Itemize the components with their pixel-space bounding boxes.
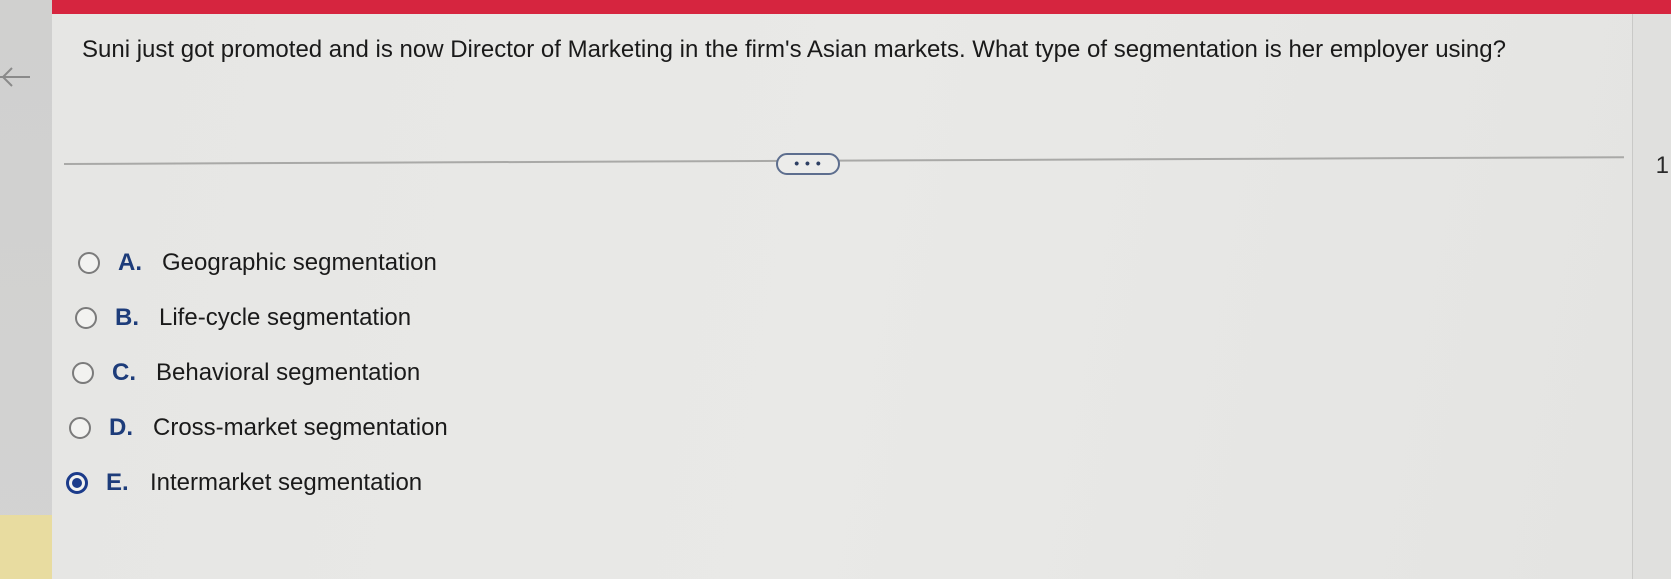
more-options-button[interactable]: • • •	[776, 153, 840, 175]
option-letter: A.	[118, 249, 142, 276]
option-a[interactable]: A. Geographic segmentation	[78, 245, 437, 281]
radio-button-c[interactable]	[72, 362, 94, 384]
option-letter: C.	[112, 359, 136, 386]
question-text: Suni just got promoted and is now Direct…	[82, 36, 1506, 63]
radio-button-a[interactable]	[78, 252, 100, 274]
radio-button-b[interactable]	[75, 307, 97, 329]
option-label: Behavioral segmentation	[156, 359, 421, 386]
option-e[interactable]: E. Intermarket segmentation	[66, 465, 422, 501]
question-number: 1	[1655, 152, 1669, 179]
option-b[interactable]: B. Life-cycle segmentation	[75, 300, 411, 336]
radio-button-d[interactable]	[69, 417, 91, 439]
radio-button-e-selected[interactable]	[66, 472, 88, 494]
option-d[interactable]: D. Cross-market segmentation	[69, 410, 448, 446]
option-letter: D.	[109, 414, 133, 441]
option-letter: B.	[115, 304, 139, 331]
option-label: Intermarket segmentation	[150, 469, 423, 496]
question-content-area: Suni just got promoted and is now Direct…	[52, 14, 1633, 579]
top-accent-bar	[0, 0, 1671, 14]
left-side-panel	[0, 0, 52, 579]
option-label: Life-cycle segmentation	[159, 304, 412, 331]
option-c[interactable]: C. Behavioral segmentation	[72, 355, 420, 391]
option-label: Cross-market segmentation	[153, 414, 448, 441]
section-divider	[63, 156, 1624, 165]
right-edge-panel: 1	[1633, 14, 1671, 579]
option-label: Geographic segmentation	[162, 249, 437, 276]
left-panel-highlight	[0, 515, 52, 579]
back-arrow-icon[interactable]	[0, 64, 34, 90]
option-letter: E.	[106, 469, 129, 496]
